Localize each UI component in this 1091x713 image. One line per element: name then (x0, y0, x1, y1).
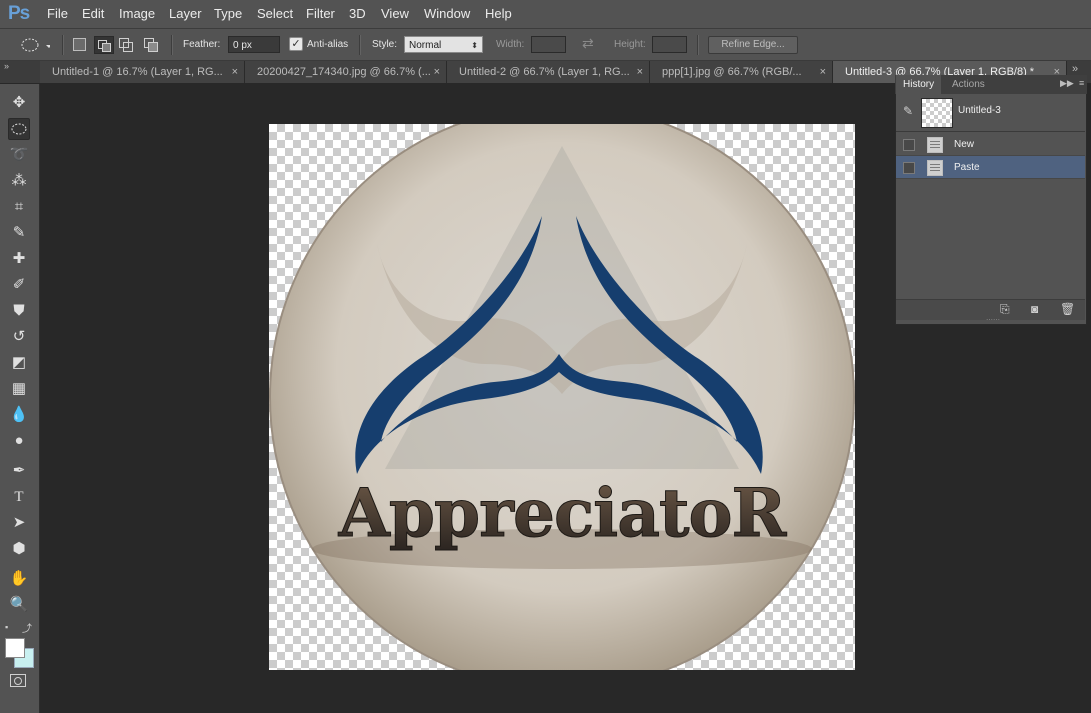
panel-resize-grip[interactable]: ⋯⋯ (986, 316, 1000, 324)
options-bar: Feather: 0 px ✓ Anti-alias Style: Normal… (0, 29, 1091, 61)
healing-brush-tool-icon[interactable]: ✚ (8, 248, 30, 270)
menu-select[interactable]: Select (257, 6, 293, 21)
tab-ppp1[interactable]: ppp[1].jpg @ 66.7% (RGB/... × (650, 61, 833, 83)
snapshot-thumbnail (921, 98, 953, 128)
menu-view[interactable]: View (381, 6, 409, 21)
width-input[interactable] (531, 36, 566, 53)
refine-edge-button[interactable]: Refine Edge... (708, 36, 798, 54)
panel-collapse-icon[interactable]: ▶▶ (1060, 78, 1074, 89)
history-step-label: New (954, 139, 975, 150)
eraser-tool-icon[interactable]: ◩ (8, 352, 30, 374)
logo-text: AppreciatoR (338, 474, 788, 552)
menu-window[interactable]: Window (424, 6, 470, 21)
new-selection-icon[interactable] (73, 38, 86, 51)
antialias-checkbox[interactable]: ✓ (289, 37, 303, 51)
close-icon[interactable]: × (637, 61, 643, 83)
menu-3d[interactable]: 3D (349, 6, 366, 21)
history-snapshot[interactable]: ✎ Untitled-3 (896, 95, 1085, 132)
intersect-selection-icon[interactable] (144, 38, 158, 52)
panel-menu-icon[interactable]: ≡ (1079, 78, 1084, 88)
menu-file[interactable]: File (47, 6, 68, 21)
style-select-value: Normal (409, 40, 442, 51)
tools-panel: ✥ ➰ ⁂ ⌗ ✎ ✚ ✐ ⛊ ↺ ◩ ▦ 💧 ● ✒ T ➤ ⬢ ✋ 🔍 ▪ … (0, 84, 40, 713)
move-tool-icon[interactable]: ✥ (8, 92, 30, 114)
history-brush-source-icon[interactable]: ✎ (903, 104, 913, 118)
path-selection-tool-icon[interactable]: ➤ (8, 512, 30, 534)
tab-actions[interactable]: Actions (945, 75, 992, 94)
brush-tool-icon[interactable]: ✐ (8, 274, 30, 296)
close-icon[interactable]: × (232, 61, 238, 83)
history-step-paste[interactable]: Paste (896, 156, 1085, 179)
document-canvas[interactable]: AppreciatoR (269, 104, 855, 690)
style-select[interactable]: Normal ⬍ (404, 36, 483, 53)
updown-arrow-icon: ⬍ (471, 41, 478, 50)
appreciator-logo-image: AppreciatoR (269, 104, 855, 690)
width-label: Width: (496, 39, 525, 50)
menu-bar: Ps File Edit Image Layer Type Select Fil… (0, 0, 1091, 29)
menu-layer[interactable]: Layer (169, 6, 202, 21)
close-icon[interactable]: × (434, 61, 440, 83)
height-input[interactable] (652, 36, 687, 53)
add-selection-icon[interactable] (94, 36, 114, 54)
gradient-tool-icon[interactable]: ▦ (8, 378, 30, 400)
history-brush-checkbox[interactable] (903, 162, 915, 174)
new-document-from-state-icon[interactable]: ⎘ (1000, 302, 1010, 317)
history-step-new[interactable]: New (896, 133, 1085, 156)
trash-icon[interactable]: 🗑 (1060, 302, 1075, 316)
photoshop-logo: Ps (8, 3, 30, 24)
menu-help[interactable]: Help (485, 6, 512, 21)
history-step-label: Paste (954, 162, 980, 173)
tab-label: 20200427_174340.jpg @ 66.7% (... (257, 66, 431, 78)
hand-tool-icon[interactable]: ✋ (8, 568, 30, 590)
camera-icon[interactable]: ◙ (1031, 302, 1038, 316)
dodge-tool-icon[interactable]: ● (8, 430, 30, 452)
menu-filter[interactable]: Filter (306, 6, 335, 21)
zoom-tool-icon[interactable]: 🔍 (8, 594, 30, 616)
style-label: Style: (372, 39, 398, 50)
history-brush-tool-icon[interactable]: ↺ (8, 326, 30, 348)
document-icon (927, 137, 943, 153)
default-colors-icon[interactable]: ▪ (5, 622, 8, 632)
menu-edit[interactable]: Edit (82, 6, 104, 21)
tab-history[interactable]: History (896, 75, 942, 94)
elliptical-marquee-preset-icon[interactable] (20, 37, 50, 53)
document-icon (927, 160, 943, 176)
tab-label: Untitled-1 @ 16.7% (Layer 1, RG... (52, 66, 223, 78)
height-label: Height: (614, 39, 646, 50)
menu-type[interactable]: Type (214, 6, 242, 21)
close-icon[interactable]: × (820, 61, 826, 83)
collapse-toolbar-icon[interactable]: » (4, 61, 9, 71)
snapshot-label: Untitled-3 (958, 105, 1001, 116)
lasso-tool-icon[interactable]: ➰ (8, 144, 30, 166)
tab-20200427[interactable]: 20200427_174340.jpg @ 66.7% (... × (245, 61, 447, 83)
history-brush-checkbox[interactable] (903, 139, 915, 151)
type-tool-icon[interactable]: T (8, 486, 30, 508)
crop-tool-icon[interactable]: ⌗ (8, 196, 30, 218)
quick-mask-icon[interactable] (10, 674, 26, 687)
eyedropper-tool-icon[interactable]: ✎ (8, 222, 30, 244)
subtract-selection-icon[interactable] (119, 38, 133, 52)
swap-icon[interactable]: ⇄ (582, 35, 594, 52)
foreground-color-swatch[interactable] (5, 638, 25, 658)
feather-input[interactable]: 0 px (228, 36, 280, 53)
clone-stamp-tool-icon[interactable]: ⛊ (8, 300, 30, 322)
tab-overflow-icon[interactable]: » (1072, 63, 1078, 75)
pen-tool-icon[interactable]: ✒ (8, 460, 30, 482)
swap-colors-icon[interactable]: ⤴ (22, 620, 32, 635)
tab-label: ppp[1].jpg @ 66.7% (RGB/... (662, 66, 802, 78)
shape-tool-icon[interactable]: ⬢ (8, 538, 30, 560)
elliptical-marquee-tool-icon[interactable] (8, 118, 30, 140)
tab-label: Untitled-2 @ 66.7% (Layer 1, RG... (459, 66, 630, 78)
tab-untitled-2[interactable]: Untitled-2 @ 66.7% (Layer 1, RG... × (447, 61, 650, 83)
feather-label: Feather: (183, 39, 221, 50)
menu-image[interactable]: Image (119, 6, 155, 21)
antialias-label: Anti-alias (307, 39, 349, 50)
magic-wand-tool-icon[interactable]: ⁂ (8, 170, 30, 192)
tab-untitled-1[interactable]: Untitled-1 @ 16.7% (Layer 1, RG... × (40, 61, 245, 83)
blur-tool-icon[interactable]: 💧 (8, 404, 30, 426)
